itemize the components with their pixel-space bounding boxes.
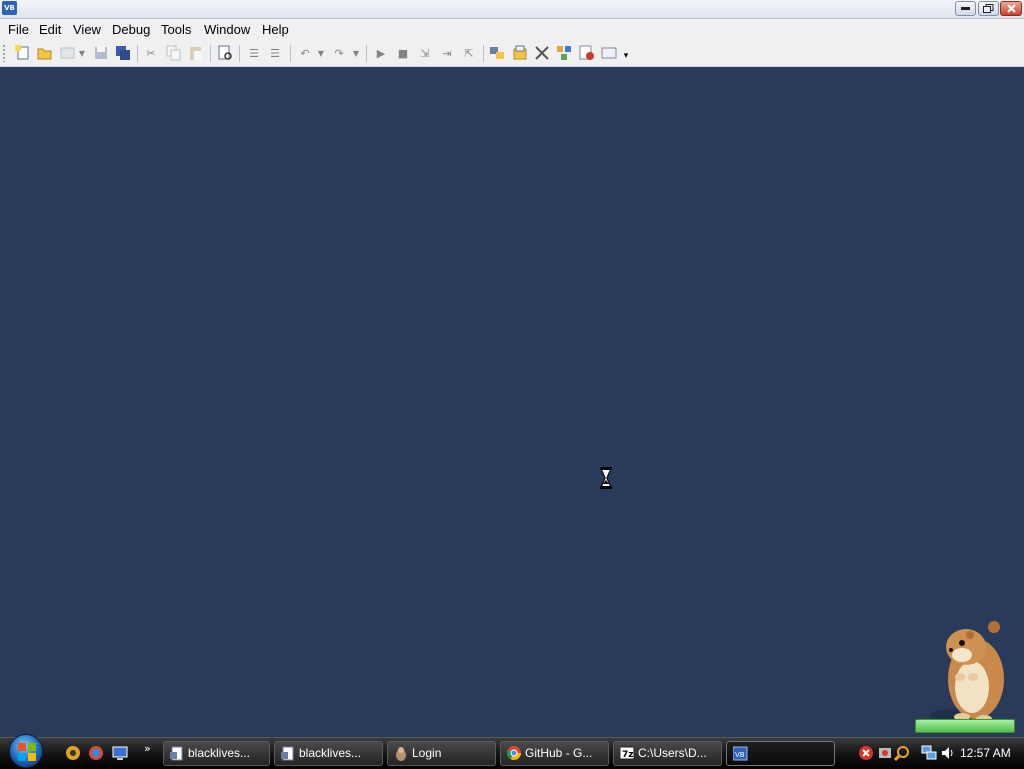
workspace — [0, 67, 1024, 737]
tray-volume-icon[interactable] — [940, 745, 956, 761]
quicklaunch-globe-icon[interactable] — [88, 745, 104, 761]
task-label: blacklives... — [299, 746, 362, 760]
vb-icon: VB — [733, 746, 748, 761]
start-debug-icon[interactable]: ▶ — [373, 45, 389, 61]
menu-window[interactable]: Window — [204, 22, 250, 37]
taskbar-button[interactable]: Login — [387, 741, 496, 766]
quicklaunch-fox-icon[interactable] — [65, 745, 81, 761]
menu-edit[interactable]: Edit — [39, 22, 61, 37]
chrome-icon — [507, 746, 521, 760]
task-label: C:\Users\D... — [638, 746, 707, 760]
open-folder-icon[interactable] — [37, 45, 53, 61]
windows-logo-icon — [18, 743, 36, 761]
restore-button[interactable] — [978, 1, 999, 16]
properties-icon[interactable] — [512, 45, 528, 61]
tray-network-icon[interactable] — [921, 745, 937, 761]
dropdown-arrow-icon[interactable]: ▼ — [352, 45, 360, 61]
stop-debug-icon[interactable]: ■ — [395, 45, 411, 61]
tray-security-icon[interactable] — [858, 745, 874, 761]
step-out-icon[interactable]: ⇱ — [461, 45, 477, 61]
document-icon — [281, 746, 294, 761]
taskbar-button[interactable]: blacklives... — [274, 741, 383, 766]
close-button[interactable] — [1000, 1, 1022, 16]
minimize-button[interactable] — [955, 1, 976, 16]
save-all-icon[interactable] — [115, 45, 131, 61]
toolbox-icon[interactable] — [534, 45, 550, 61]
taskbar-button[interactable]: GitHub - G... — [500, 741, 609, 766]
title-bar[interactable]: VB — [0, 0, 1024, 19]
toolbar-separator — [366, 45, 367, 62]
toolbar-overflow-icon[interactable]: ▾ — [621, 48, 631, 64]
menu-bar: File Edit View Debug Tools Window Help — [0, 19, 1024, 41]
svg-text:7z: 7z — [622, 750, 634, 760]
object-browser-icon[interactable] — [556, 45, 572, 61]
redo-icon[interactable]: ↷ — [331, 45, 347, 61]
toolbar-separator — [483, 45, 484, 62]
menu-debug[interactable]: Debug — [112, 22, 150, 37]
svg-text:VB: VB — [735, 751, 745, 759]
cut-icon[interactable]: ✂ — [143, 45, 159, 61]
task-label: GitHub - G... — [525, 746, 593, 760]
tray-search-icon[interactable] — [894, 745, 910, 761]
task-label: Login — [412, 746, 442, 760]
toolbar-separator — [210, 45, 211, 62]
step-into-icon[interactable]: ⇲ — [417, 45, 433, 61]
dropdown-arrow-icon[interactable]: ▼ — [78, 45, 86, 61]
taskbar-button[interactable]: 7z C:\Users\D... — [613, 741, 722, 766]
start-button[interactable] — [9, 734, 43, 768]
window-layout-icon[interactable] — [601, 45, 617, 61]
toolbar-grip[interactable] — [3, 45, 5, 62]
taskbar: » blacklives... blacklives... Login GitH… — [0, 734, 1024, 769]
dropdown-arrow-icon[interactable]: ▼ — [317, 45, 325, 61]
menu-tools[interactable]: Tools — [161, 22, 191, 37]
new-project-icon[interactable] — [15, 45, 31, 61]
7zip-icon: 7z — [620, 746, 635, 760]
taskbar-button[interactable]: blacklives... — [163, 741, 270, 766]
hamster-health-bar — [915, 719, 1015, 733]
copy-icon[interactable] — [166, 45, 182, 61]
tray-tools-icon[interactable] — [877, 745, 893, 761]
taskbar-clock[interactable]: 12:57 AM — [960, 738, 1020, 769]
step-over-icon[interactable]: ⇥ — [439, 45, 455, 61]
paste-icon[interactable] — [188, 45, 204, 61]
minimize-icon — [961, 7, 970, 10]
add-item-icon[interactable] — [60, 45, 76, 61]
vb-app-icon[interactable]: VB — [2, 1, 17, 15]
menu-help[interactable]: Help — [262, 22, 289, 37]
show-desktop-icon[interactable] — [112, 745, 128, 761]
error-list-icon[interactable] — [579, 45, 595, 61]
restore-icon — [983, 4, 994, 13]
comment-icon[interactable]: ☰ — [246, 45, 262, 61]
solution-explorer-icon[interactable] — [489, 45, 505, 61]
menu-view[interactable]: View — [73, 22, 101, 37]
app-icon — [396, 747, 406, 761]
hamster-pet-icon[interactable] — [918, 615, 1018, 725]
undo-icon[interactable]: ↶ — [297, 45, 313, 61]
hourglass-cursor-icon — [600, 467, 612, 489]
task-label: blacklives... — [188, 746, 251, 760]
uncomment-icon[interactable]: ☰ — [267, 45, 283, 61]
document-icon — [170, 746, 183, 761]
save-icon[interactable] — [93, 45, 109, 61]
close-icon — [1006, 4, 1016, 13]
toolbar-separator — [239, 45, 240, 62]
standard-toolbar: ▼ ✂ ☰ ☰ ↶ ▼ ↷ ▼ ▶ ■ ⇲ ⇥ ⇱ ▾ — [0, 41, 1024, 67]
toolbar-separator — [290, 45, 291, 62]
find-icon[interactable] — [217, 45, 233, 61]
quicklaunch-overflow-icon[interactable]: » — [144, 742, 151, 755]
menu-file[interactable]: File — [8, 22, 29, 37]
taskbar-button-active[interactable]: VB — [726, 741, 835, 766]
toolbar-separator — [137, 45, 138, 62]
